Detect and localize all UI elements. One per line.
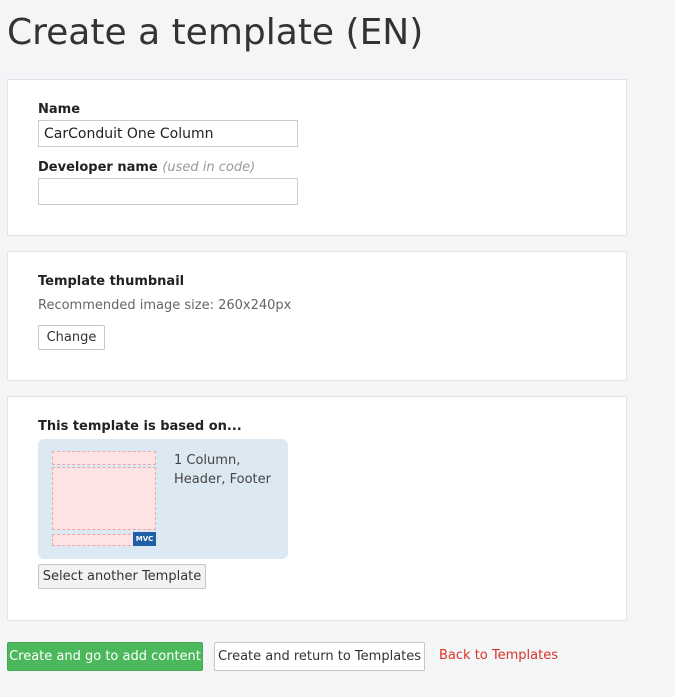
developer-name-label-text: Developer name bbox=[38, 160, 158, 175]
template-description: 1 Column, Header, Footer bbox=[174, 453, 271, 487]
thumbnail-size-hint: Recommended image size: 260x240px bbox=[38, 298, 292, 313]
mvc-badge: MVC bbox=[133, 532, 156, 546]
layout-content-block bbox=[52, 467, 156, 530]
developer-name-input[interactable] bbox=[38, 178, 298, 205]
create-return-button[interactable]: Create and return to Templates bbox=[214, 642, 425, 671]
select-another-template-button[interactable]: Select another Template bbox=[38, 564, 206, 589]
name-input[interactable] bbox=[38, 120, 298, 147]
back-to-templates-link[interactable]: Back to Templates bbox=[439, 648, 558, 663]
page-title: Create a template (EN) bbox=[7, 12, 424, 53]
thumbnail-panel: Template thumbnail Recommended image siz… bbox=[7, 251, 627, 381]
name-label: Name bbox=[38, 102, 81, 117]
thumbnail-label: Template thumbnail bbox=[38, 274, 185, 289]
template-card[interactable]: MVC 1 Column, Header, Footer bbox=[38, 439, 288, 559]
base-template-label: This template is based on... bbox=[38, 419, 242, 434]
developer-name-hint: (used in code) bbox=[162, 160, 256, 175]
name-panel: Name Developer name (used in code) bbox=[7, 79, 627, 236]
developer-name-label: Developer name (used in code) bbox=[38, 160, 255, 175]
create-add-content-button[interactable]: Create and go to add content bbox=[7, 642, 203, 671]
base-template-panel: This template is based on... MVC 1 Colum… bbox=[7, 396, 627, 621]
layout-header-block bbox=[52, 451, 156, 465]
change-thumbnail-button[interactable]: Change bbox=[38, 325, 105, 350]
